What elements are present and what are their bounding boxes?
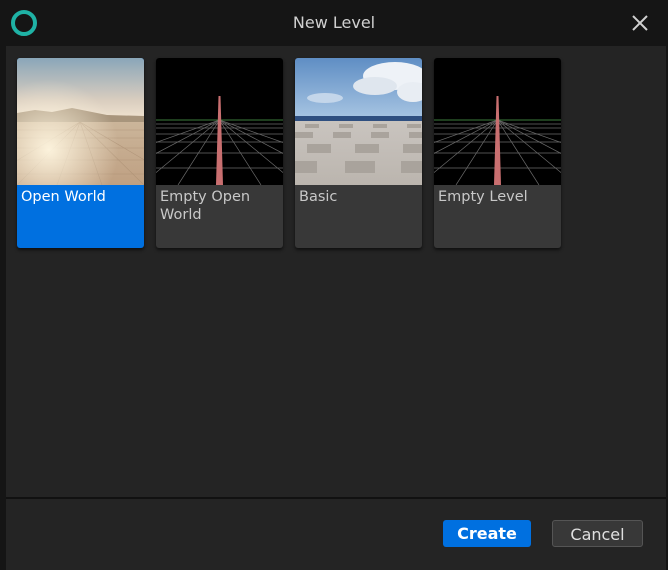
template-tile-empty-level[interactable]: Empty Level (434, 58, 561, 248)
create-button[interactable]: Create (443, 520, 531, 547)
dialog-title: New Level (292, 13, 376, 32)
template-tile-open-world[interactable]: Open World (17, 58, 144, 248)
template-label: Open World (21, 189, 106, 205)
grid-horizon-thumbnail (156, 58, 283, 185)
template-label: Empty Open World (160, 189, 251, 223)
template-label: Empty Level (438, 189, 528, 205)
close-icon[interactable] (630, 13, 650, 33)
title-bar: New Level (0, 0, 668, 46)
new-level-dialog: New Level Open World Empty Open World Ba… (0, 0, 668, 570)
dialog-footer: Create Cancel (6, 499, 666, 570)
template-tile-empty-open-world[interactable]: Empty Open World (156, 58, 283, 248)
desert-sky-thumbnail (17, 58, 144, 185)
template-label: Basic (299, 189, 338, 205)
grid-horizon-thumbnail (434, 58, 561, 185)
checker-floor-sky-thumbnail (295, 58, 422, 185)
cancel-button[interactable]: Cancel (552, 520, 643, 547)
template-grid: Open World Empty Open World Basic Empty … (6, 46, 666, 497)
template-tile-basic[interactable]: Basic (295, 58, 422, 248)
